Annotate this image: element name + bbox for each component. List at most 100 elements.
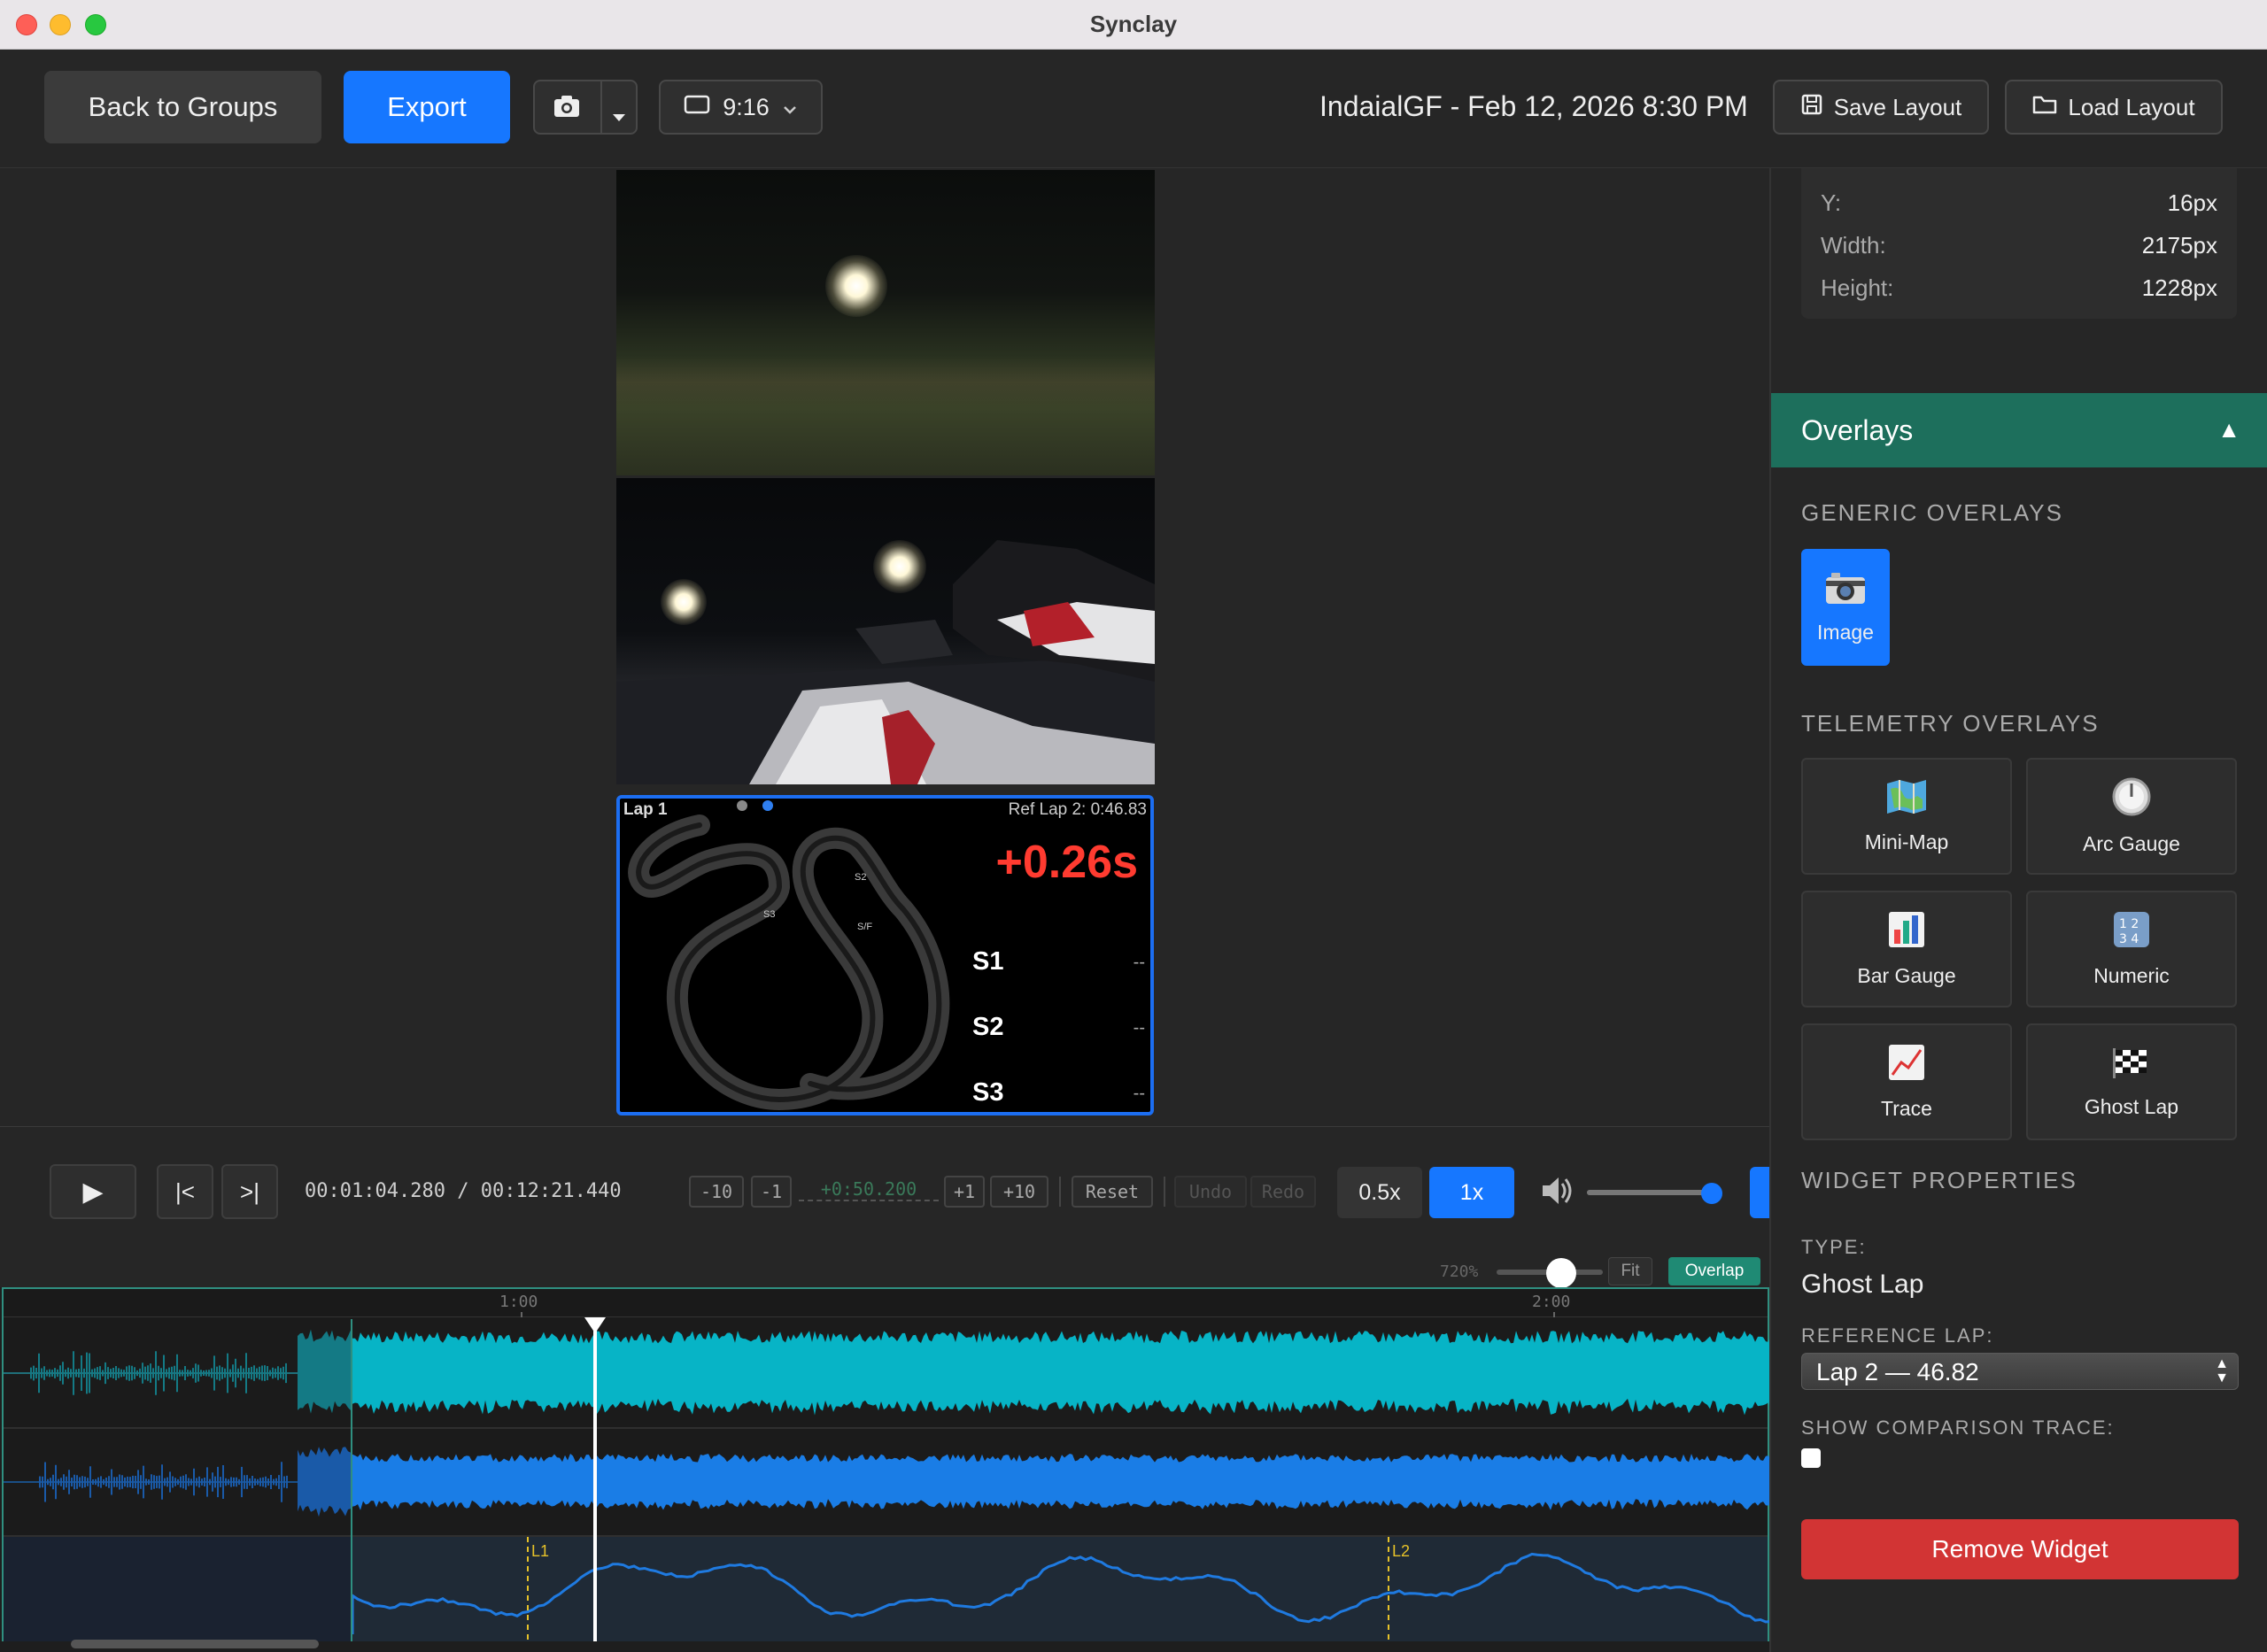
- ruler-label: 2:00: [1532, 1293, 1571, 1311]
- play-button[interactable]: ▶: [50, 1164, 136, 1219]
- lap-marker-label: L2: [1392, 1542, 1410, 1560]
- add-mini-map-button[interactable]: Mini-Map: [1801, 758, 2012, 875]
- collapse-triangle-icon[interactable]: ▲: [2217, 416, 2240, 444]
- add-ghost-lap-button[interactable]: Ghost Lap: [2026, 1023, 2237, 1140]
- aspect-ratio-label: 9:16: [723, 93, 770, 120]
- volume-level: [1587, 1190, 1712, 1195]
- reference-lap-label: Ref Lap 2: 0:46.83: [1008, 800, 1147, 819]
- separator: [1059, 1177, 1061, 1207]
- map-icon: [1885, 778, 1928, 820]
- nudge-plus-10-button[interactable]: +10: [990, 1176, 1048, 1208]
- track-surface: [616, 356, 1155, 409]
- folder-icon: [2032, 94, 2057, 121]
- playhead[interactable]: [593, 1319, 597, 1641]
- type-value: Ghost Lap: [1801, 1270, 1924, 1299]
- waveform: [4, 1329, 1771, 1416]
- caret-down-icon[interactable]: [611, 99, 627, 131]
- nudge-plus-1-button[interactable]: +1: [944, 1176, 985, 1208]
- overlays-section-header[interactable]: Overlays ▲: [1771, 393, 2267, 467]
- timeline-scrollbar[interactable]: [71, 1640, 319, 1648]
- video-feed-front[interactable]: [616, 170, 1155, 475]
- skip-to-start-button[interactable]: |<: [157, 1164, 213, 1219]
- audio-track-front-camera[interactable]: [4, 1319, 1771, 1429]
- position-key: Width:: [1821, 232, 1886, 259]
- lap-marker-label: L1: [531, 1542, 549, 1560]
- telemetry-trace-track[interactable]: L1 L2: [4, 1537, 1772, 1641]
- video-feed-onboard[interactable]: [616, 478, 1155, 784]
- add-arc-gauge-button[interactable]: Arc Gauge: [2026, 758, 2237, 875]
- line-chart-icon: [1887, 1043, 1926, 1086]
- add-trace-button[interactable]: Trace: [1801, 1023, 2012, 1140]
- current-time: 00:01:04.280: [305, 1180, 445, 1202]
- speed-0-5x-button[interactable]: 0.5x: [1337, 1167, 1422, 1218]
- camera-icon: [1824, 570, 1867, 610]
- snapshot-button[interactable]: [533, 80, 638, 135]
- ghost-lap-widget[interactable]: S2 S3 S/F Lap 1 Ref Lap 2: 0:46.83 +0.26…: [616, 795, 1154, 1115]
- fit-button[interactable]: Fit: [1608, 1257, 1652, 1285]
- add-image-overlay-button[interactable]: Image: [1801, 549, 1890, 666]
- time-ruler[interactable]: 1:00 2:00: [4, 1289, 1768, 1317]
- sector-value: --: [1133, 1084, 1145, 1103]
- telemetry-overlays-title: TELEMETRY OVERLAYS: [1801, 710, 2100, 737]
- reference-lap-label: REFERENCE LAP:: [1801, 1324, 1994, 1347]
- ghost-position-marker: [737, 800, 747, 811]
- position-key: Height:: [1821, 274, 1894, 301]
- tile-label: Trace: [1881, 1097, 1932, 1120]
- lap-delta: +0.26s: [995, 837, 1139, 888]
- show-comparison-trace-checkbox[interactable]: [1801, 1448, 1821, 1468]
- remove-widget-button[interactable]: Remove Widget: [1801, 1519, 2239, 1579]
- preview-canvas[interactable]: S2 S3 S/F Lap 1 Ref Lap 2: 0:46.83 +0.26…: [0, 168, 1769, 1126]
- show-comparison-trace-label: SHOW COMPARISON TRACE:: [1801, 1417, 2115, 1439]
- back-to-groups-button[interactable]: Back to Groups: [44, 71, 321, 143]
- aspect-ratio-dropdown[interactable]: 9:16: [659, 80, 823, 135]
- overlap-toggle[interactable]: Overlap: [1668, 1257, 1760, 1285]
- undo-button[interactable]: Undo: [1174, 1176, 1247, 1208]
- track-label: S3: [763, 909, 775, 920]
- top-toolbar: Back to Groups Export 9:16 IndaialGF - F…: [0, 50, 2267, 168]
- skip-to-end-button[interactable]: >|: [221, 1164, 278, 1219]
- ruler-label: 1:00: [499, 1293, 538, 1311]
- tile-label: Image: [1817, 621, 1874, 644]
- partially-visible-button[interactable]: [1750, 1167, 1769, 1218]
- position-row: Height: 1228px: [1821, 274, 2217, 302]
- tile-label: Bar Gauge: [1857, 964, 1956, 987]
- reference-lap-value: Lap 2 — 46.82: [1816, 1358, 1979, 1386]
- position-value[interactable]: 16px: [2168, 189, 2217, 217]
- save-layout-label: Save Layout: [1833, 93, 1962, 120]
- sync-offset[interactable]: +0:50.200: [799, 1178, 939, 1201]
- tile-label: Mini-Map: [1864, 830, 1949, 853]
- audio-track-onboard-camera[interactable]: [4, 1429, 1771, 1537]
- waveform: [4, 1447, 1771, 1517]
- snapshot-divider: [600, 81, 602, 133]
- nudge-minus-1-button[interactable]: -1: [751, 1176, 792, 1208]
- volume-icon[interactable]: [1539, 1173, 1573, 1213]
- sync-start-line: [351, 1319, 352, 1641]
- save-layout-button[interactable]: Save Layout: [1773, 80, 1989, 135]
- timecode: 00:01:04.280 / 00:12:21.440: [305, 1180, 622, 1202]
- load-layout-button[interactable]: Load Layout: [2005, 80, 2223, 135]
- volume-slider[interactable]: [1587, 1190, 1720, 1195]
- reset-button[interactable]: Reset: [1072, 1176, 1153, 1208]
- export-button[interactable]: Export: [344, 71, 510, 143]
- camera-icon: [553, 94, 581, 126]
- type-label: TYPE:: [1801, 1236, 1867, 1258]
- reference-lap-select[interactable]: Lap 2 — 46.82 ▲ ▼: [1801, 1353, 2239, 1390]
- timeline[interactable]: 1:00 2:00 L1 L2: [2, 1287, 1772, 1641]
- position-value[interactable]: 1228px: [2142, 274, 2217, 302]
- numeric-icon: 1 23 4: [2112, 910, 2151, 953]
- total-time: 00:12:21.440: [480, 1180, 622, 1202]
- add-numeric-button[interactable]: 1 23 4 Numeric: [2026, 891, 2237, 1007]
- generic-overlays-title: GENERIC OVERLAYS: [1801, 499, 2063, 526]
- nudge-minus-10-button[interactable]: -10: [689, 1176, 744, 1208]
- speed-1x-button[interactable]: 1x: [1429, 1167, 1514, 1218]
- position-value[interactable]: 2175px: [2142, 232, 2217, 259]
- add-bar-gauge-button[interactable]: Bar Gauge: [1801, 891, 2012, 1007]
- checkered-flag-icon: [2111, 1045, 2152, 1085]
- zoom-slider-knob[interactable]: [1546, 1258, 1576, 1288]
- volume-slider-knob[interactable]: [1701, 1183, 1722, 1204]
- position-key: Y:: [1821, 189, 1842, 216]
- playhead-handle-icon[interactable]: [584, 1317, 606, 1338]
- redo-button[interactable]: Redo: [1250, 1176, 1316, 1208]
- light-glare: [825, 255, 887, 317]
- separator: [1164, 1177, 1165, 1207]
